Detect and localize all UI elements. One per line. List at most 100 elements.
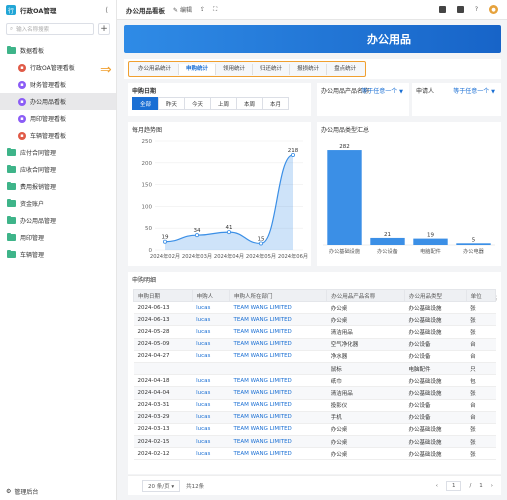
applicant-filter-select[interactable]: 等于任意一个 ▼ [453, 86, 495, 95]
table-cell: 张 [466, 435, 496, 449]
table-cell: 张 [466, 386, 496, 400]
table-cell[interactable]: lucas [192, 386, 230, 400]
sidebar-item[interactable]: 数据看板 [0, 42, 116, 59]
admin-backend-link[interactable]: ⚙ 管理后台 [6, 487, 38, 496]
table-cell[interactable]: lucas [192, 350, 230, 363]
table-cell[interactable]: TEAM WANG LIMITED [229, 435, 327, 449]
table-cell[interactable]: TEAM WANG LIMITED [229, 301, 327, 315]
sidebar-item[interactable]: 应付合同管理 [0, 144, 116, 161]
table-row[interactable]: 2024-05-09 lucas TEAM WANG LIMITED 空气净化器 办公设… [133, 338, 496, 351]
sidebar-item[interactable]: ▪ 行政OA管理看板 [0, 59, 116, 76]
product-filter-select[interactable]: 等于任意一个 ▼ [361, 86, 403, 95]
table-row[interactable]: 2024-02-12 lucas TEAM WANG LIMITED 办公桌 办公基础设… [133, 447, 496, 461]
table-cell[interactable]: TEAM WANG LIMITED [229, 313, 327, 327]
date-option-button[interactable]: 昨天 [158, 97, 185, 110]
table-cell[interactable]: TEAM WANG LIMITED [229, 423, 327, 437]
sidebar-item[interactable]: ▪ 车辆管理看板 [0, 127, 116, 144]
fullscreen-icon[interactable]: ⛶ [213, 6, 217, 14]
sidebar-item[interactable]: ▪ 用印管理看板 [0, 110, 116, 127]
stats-tab[interactable]: 领用统计 [216, 63, 254, 75]
table-cell[interactable]: TEAM WANG LIMITED [229, 447, 327, 461]
applicant-filter-card[interactable]: 申请人 等于任意一个 ▼ [412, 83, 501, 116]
stats-tab[interactable]: 报损统计 [290, 63, 328, 75]
table-cell[interactable]: lucas [192, 338, 230, 351]
sidebar-item[interactable]: 资金账户 [0, 195, 116, 212]
sidebar-item[interactable]: 用印管理 [0, 229, 116, 246]
table-row[interactable]: 2024-03-31 lucas TEAM WANG LIMITED 投影仪 办公设备台 [133, 399, 496, 412]
sidebar-item[interactable]: 应收合同管理 [0, 161, 116, 178]
topbar: 办公用品看板 ✎ 编辑 ⇪ ⛶ ? ● [117, 0, 507, 20]
date-option-button[interactable]: 本月 [262, 97, 289, 110]
table-cell[interactable]: lucas [192, 435, 230, 449]
table-cell[interactable]: lucas [192, 313, 230, 327]
table-cell[interactable]: TEAM WANG LIMITED [229, 374, 327, 388]
sidebar-item[interactable]: ▪ 办公用品看板 [0, 93, 116, 110]
x-tick-label: 2024年06月 [278, 252, 308, 260]
table-cell[interactable]: TEAM WANG LIMITED [229, 350, 327, 363]
table-cell[interactable]: lucas [192, 447, 230, 461]
date-option-button[interactable]: 全部 [132, 97, 159, 110]
table-row[interactable]: 鼠标 电脑配件只 [133, 362, 496, 376]
table-header-cell[interactable]: 办公用品产品名称 [326, 289, 405, 302]
table-row[interactable]: 2024-04-18 lucas TEAM WANG LIMITED 纸巾 办公基础设施… [133, 374, 496, 388]
table-row[interactable]: 2024-03-29 lucas TEAM WANG LIMITED 手机 办公设备台 [133, 411, 496, 424]
table-cell[interactable]: lucas [192, 374, 230, 388]
sidebar-item[interactable]: 费用报销管理 [0, 178, 116, 195]
table-cell: 办公设备 [404, 399, 467, 412]
add-button[interactable]: + [98, 23, 110, 35]
table-row[interactable]: 2024-05-28 lucas TEAM WANG LIMITED 清洁用品 办公基础… [133, 325, 496, 339]
date-option-button[interactable]: 本周 [236, 97, 263, 110]
table-cell[interactable]: lucas [192, 325, 230, 339]
sidebar-item-label: 办公用品看板 [30, 99, 67, 106]
table-cell[interactable]: TEAM WANG LIMITED [229, 325, 327, 339]
sidebar-search-input[interactable]: ⌕ 输入名称搜索 [6, 23, 94, 35]
app-switch-icon[interactable] [456, 6, 464, 13]
collapse-sidebar-icon[interactable]: ⟨ [105, 6, 108, 14]
table-cell[interactable]: lucas [192, 399, 230, 412]
table-row[interactable]: 2024-06-13 lucas TEAM WANG LIMITED 办公桌 办公基础设… [133, 301, 496, 315]
table-cell[interactable] [192, 362, 230, 376]
product-filter-card[interactable]: 办公用品产品名称 等于任意一个 ▼ [317, 83, 409, 116]
date-option-button[interactable]: 今天 [184, 97, 211, 110]
table-header-cell[interactable]: 申购人所在部门 [229, 289, 328, 302]
table-row[interactable]: 2024-04-04 lucas TEAM WANG LIMITED 清洁用品 办公基础… [133, 386, 496, 400]
notification-icon[interactable] [438, 6, 446, 13]
x-tick-label: 2024年03月 [182, 252, 212, 260]
current-page-input[interactable]: 1 [445, 480, 462, 491]
table-cell[interactable]: TEAM WANG LIMITED [229, 338, 327, 351]
prev-page-icon[interactable]: ‹ [436, 483, 438, 489]
sidebar-item[interactable]: ▪ 财务管理看板 [0, 76, 116, 93]
avatar[interactable]: ● [489, 5, 498, 14]
stats-tab[interactable]: 申购统计 [179, 63, 217, 75]
sidebar-item[interactable]: 办公用品管理 [0, 212, 116, 229]
table-cell[interactable]: lucas [192, 423, 230, 437]
table-header-cell[interactable]: 申购人 [191, 289, 231, 302]
help-icon[interactable]: ? [475, 6, 478, 13]
table-row[interactable]: 2024-03-13 lucas TEAM WANG LIMITED 办公桌 办公基础设… [133, 423, 496, 437]
table-cell[interactable]: lucas [192, 301, 230, 315]
y-tick-label: 250 [142, 139, 153, 145]
table-cell[interactable] [229, 362, 327, 376]
date-option-button[interactable]: 上周 [210, 97, 237, 110]
table-header-cell[interactable]: 申购日期 [133, 289, 193, 302]
table-row[interactable]: 2024-06-13 lucas TEAM WANG LIMITED 办公桌 办公基础设… [133, 313, 496, 327]
table-header-cell[interactable]: 办公用品类型 [403, 289, 467, 302]
table-header-cell[interactable]: 单位 [465, 289, 496, 302]
table-cell: 办公基础设施 [404, 313, 467, 327]
table-cell[interactable]: TEAM WANG LIMITED [229, 411, 327, 424]
share-icon[interactable]: ⇪ [200, 6, 205, 13]
stats-tab[interactable]: 办公用品统计 [131, 63, 180, 75]
table-row[interactable]: 2024-04-27 lucas TEAM WANG LIMITED 净水器 办公设备台 [133, 350, 496, 363]
page-size-select[interactable]: 20 条/页 ▾ [142, 479, 181, 492]
table-cell[interactable]: TEAM WANG LIMITED [229, 386, 327, 400]
detail-table: 申购日期 申购人 申购人所在部门 办公用品产品名称 办公用品类型 单位 2024-06-1… [133, 289, 496, 461]
stats-tab[interactable]: 盘点统计 [327, 64, 363, 75]
table-cell[interactable]: lucas [192, 411, 230, 424]
stats-tab[interactable]: 归还统计 [253, 63, 291, 75]
sidebar-item[interactable]: 车辆管理 [0, 246, 116, 263]
table-row[interactable]: 2024-02-15 lucas TEAM WANG LIMITED 办公桌 办公基础设… [133, 435, 496, 449]
next-page-icon[interactable]: › [491, 483, 493, 489]
table-cell[interactable]: TEAM WANG LIMITED [229, 399, 327, 412]
edit-button[interactable]: ✎ 编辑 [173, 5, 192, 14]
caret-down-icon: ▼ [399, 89, 403, 95]
